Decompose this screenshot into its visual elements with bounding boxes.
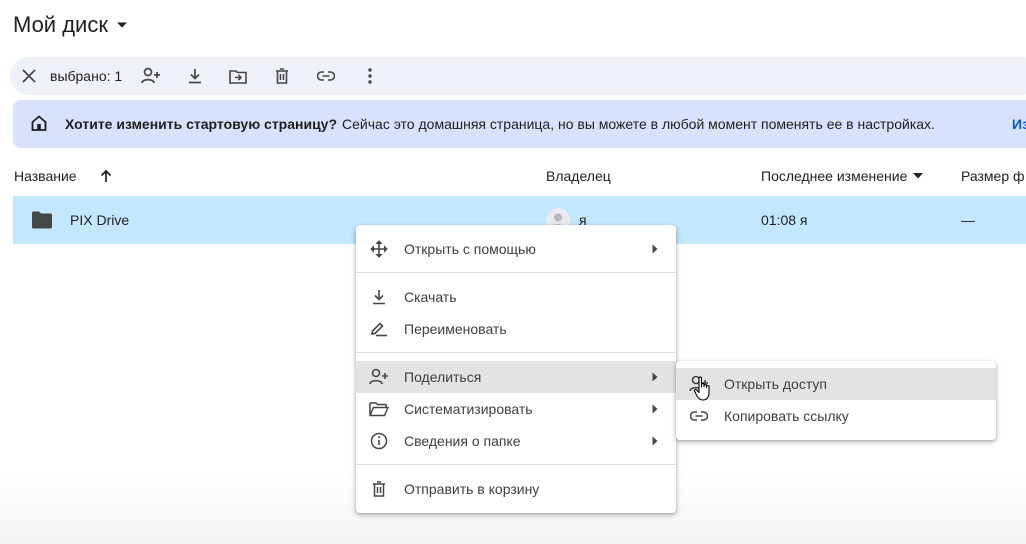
menu-divider (356, 352, 676, 353)
add-person-icon (369, 367, 389, 387)
caret-down-icon (116, 21, 128, 29)
link-icon (317, 71, 336, 81)
column-size-label: Размер ф (961, 168, 1025, 184)
menu-label: Скачать (404, 289, 457, 305)
banner-description: Сейчас это домашняя страница, но вы може… (342, 116, 935, 132)
file-name-cell: PIX Drive (31, 196, 129, 244)
rename-pencil-icon (369, 319, 389, 339)
trash-button[interactable] (265, 59, 299, 93)
page-title: Мой диск (13, 12, 108, 37)
home-icon (30, 114, 50, 134)
banner-question: Хотите изменить стартовую страницу? (65, 116, 338, 132)
trash-icon (369, 479, 389, 499)
submenu-arrow-icon (652, 404, 658, 414)
share-submenu: Открыть доступ Копировать ссылку (676, 361, 996, 440)
menu-item-open-access[interactable]: Открыть доступ (676, 368, 996, 400)
folder-open-icon (369, 399, 389, 419)
column-modified-label: Последнее изменение (761, 168, 908, 184)
menu-item-open-with[interactable]: Открыть с помощью (356, 233, 676, 265)
my-drive-title[interactable]: Мой диск (13, 10, 128, 40)
menu-label: Открыть доступ (724, 376, 827, 392)
column-name-label: Название (14, 168, 77, 184)
clear-selection-button[interactable] (12, 59, 46, 93)
banner-change-link[interactable]: Из (1012, 116, 1026, 132)
more-vert-icon (368, 68, 372, 84)
size-value: — (961, 212, 975, 228)
open-with-icon (369, 239, 389, 259)
menu-item-trash[interactable]: Отправить в корзину (356, 473, 676, 505)
menu-item-folder-info[interactable]: Сведения о папке (356, 425, 676, 457)
menu-divider (356, 464, 676, 465)
column-header-name[interactable]: Название (14, 166, 113, 186)
menu-divider (356, 272, 676, 273)
hand-cursor-icon (693, 376, 713, 402)
menu-label: Систематизировать (404, 401, 533, 417)
modified-value: 01:08 я (761, 212, 808, 228)
menu-label: Копировать ссылку (724, 408, 849, 424)
folder-icon (31, 211, 53, 229)
download-button[interactable] (178, 59, 212, 93)
menu-label: Открыть с помощью (404, 241, 536, 257)
size-cell: — (961, 196, 975, 244)
file-name: PIX Drive (70, 212, 130, 228)
sort-arrow-up-icon[interactable] (99, 169, 113, 183)
selected-count: выбрано: 1 (50, 68, 123, 84)
column-header-owner[interactable]: Владелец (546, 166, 611, 186)
menu-label: Отправить в корзину (404, 481, 540, 497)
start-page-banner: Хотите изменить стартовую страницу? Сейч… (13, 100, 1026, 148)
move-folder-icon (229, 69, 247, 84)
submenu-arrow-icon (652, 244, 658, 254)
column-header-modified[interactable]: Последнее изменение (761, 166, 924, 186)
close-icon (22, 69, 36, 83)
menu-item-download[interactable]: Скачать (356, 281, 676, 313)
copy-link-button[interactable] (309, 59, 343, 93)
move-button[interactable] (221, 59, 255, 93)
caret-down-icon (913, 173, 924, 179)
column-header-size[interactable]: Размер ф (961, 166, 1025, 186)
download-icon (369, 287, 389, 307)
add-person-icon (141, 67, 161, 84)
menu-item-organize[interactable]: Систематизировать (356, 393, 676, 425)
context-menu: Открыть с помощью Скачать Переименовать … (356, 225, 676, 513)
selection-toolbar: выбрано: 1 (10, 57, 1026, 95)
link-icon (689, 406, 709, 426)
column-owner-label: Владелец (546, 168, 611, 184)
trash-icon (276, 68, 289, 84)
download-icon (189, 69, 202, 84)
submenu-arrow-icon (652, 372, 658, 382)
menu-item-rename[interactable]: Переименовать (356, 313, 676, 345)
menu-label: Поделиться (404, 369, 482, 385)
more-actions-button[interactable] (353, 59, 387, 93)
menu-item-copy-link[interactable]: Копировать ссылку (676, 400, 996, 432)
modified-cell: 01:08 я (761, 196, 808, 244)
submenu-arrow-icon (652, 436, 658, 446)
menu-label: Переименовать (404, 321, 507, 337)
menu-item-share[interactable]: Поделиться (356, 361, 676, 393)
info-icon (369, 431, 389, 451)
menu-label: Сведения о папке (404, 433, 521, 449)
share-button[interactable] (134, 59, 168, 93)
